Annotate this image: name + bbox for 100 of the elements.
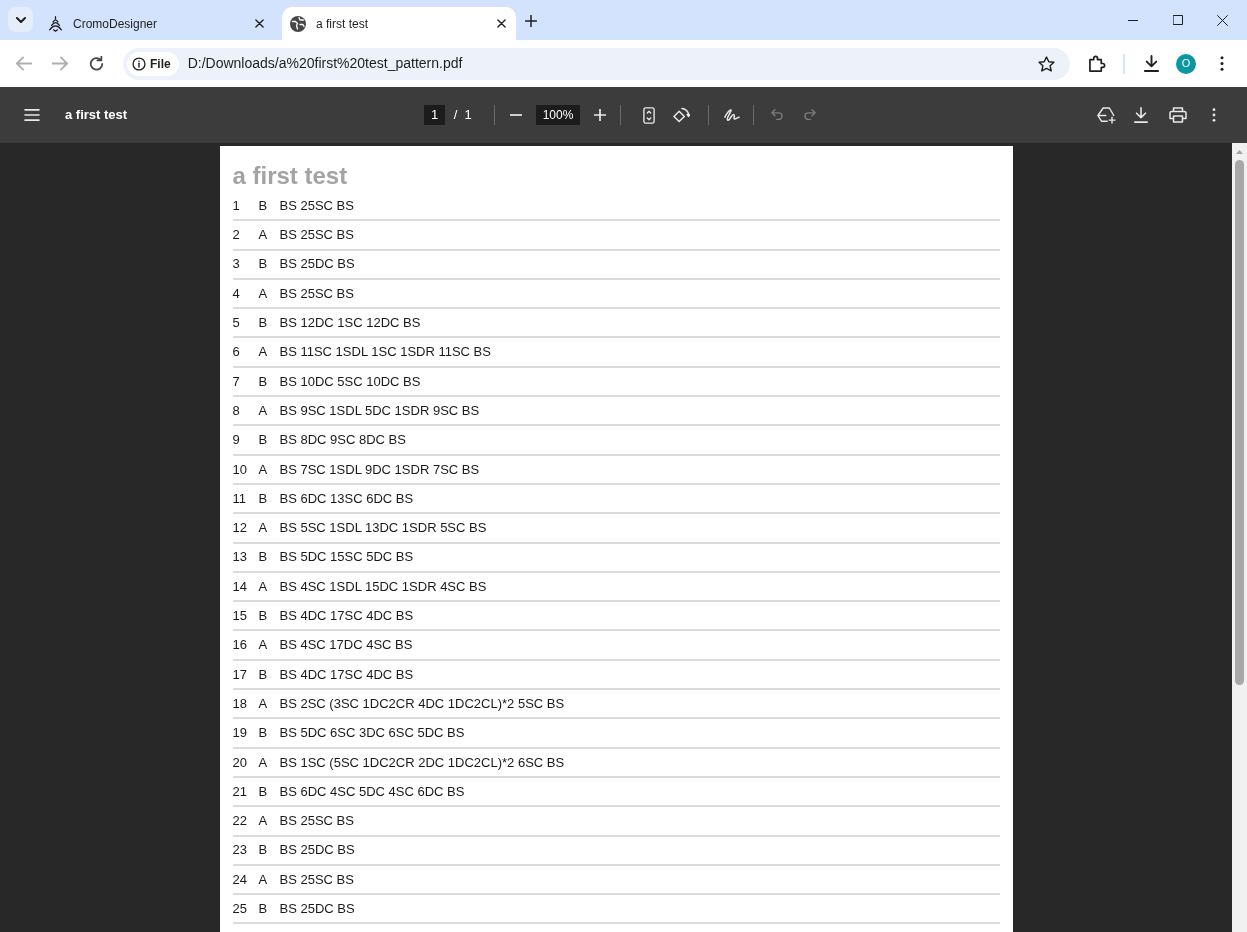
site-info-chip[interactable]: File xyxy=(127,51,179,76)
pattern-text: BS 25SC BS xyxy=(279,870,354,889)
row-number: 2 xyxy=(232,226,241,245)
pattern-text: BS 6DC 4SC 5DC 4SC 6DC BS xyxy=(279,782,465,801)
address-bar[interactable]: File D:/Downloads/a%20first%20test_pattern.pdf xyxy=(123,47,1070,80)
pattern-text: BS 6DC 13SC 6DC BS xyxy=(279,489,414,508)
kebab-menu-icon xyxy=(1212,108,1216,122)
side-label: B xyxy=(258,665,269,684)
row-number: 14 xyxy=(232,577,248,596)
row-number: 23 xyxy=(232,841,248,860)
document-title: a first test xyxy=(65,106,128,125)
side-label: B xyxy=(258,372,269,391)
plus-icon xyxy=(594,109,606,121)
pattern-text: BS 8DC 9SC 8DC BS xyxy=(279,431,406,450)
side-label: B xyxy=(258,489,269,508)
side-label: B xyxy=(258,255,269,274)
row-number: 18 xyxy=(232,694,248,713)
side-label: B xyxy=(258,900,269,918)
download-icon xyxy=(1133,107,1149,123)
row-number: 22 xyxy=(232,812,248,831)
document-heading: a first test xyxy=(232,161,348,191)
menu-icon xyxy=(24,109,40,121)
back-arrow-icon xyxy=(16,56,32,71)
row-number: 4 xyxy=(232,284,241,303)
kebab-menu-icon xyxy=(1220,56,1224,71)
side-label: A xyxy=(258,343,269,362)
side-label: A xyxy=(258,753,269,772)
forward-arrow-icon xyxy=(52,56,68,71)
side-label: A xyxy=(258,870,269,889)
pattern-text: BS 9SC 1SDL 5DC 1SDR 9SC BS xyxy=(279,401,480,420)
side-label: B xyxy=(258,724,269,743)
pattern-text: BS 25SC BS xyxy=(279,226,354,245)
undo-icon xyxy=(770,109,784,121)
side-label: A xyxy=(258,460,269,479)
star-icon xyxy=(1037,55,1055,72)
side-label: A xyxy=(258,284,269,303)
side-label: B xyxy=(258,782,269,801)
tab-title: CromoDesigner xyxy=(73,15,159,33)
side-label: A xyxy=(258,636,269,655)
side-label: B xyxy=(258,431,269,450)
url-text: D:/Downloads/a%20first%20test_pattern.pdf xyxy=(187,54,463,73)
row-number: 11 xyxy=(232,489,247,508)
row-number: 7 xyxy=(232,372,241,391)
pattern-text: BS 7SC 1SDL 9DC 1SDR 7SC BS xyxy=(279,460,480,479)
pattern-text: BS 11SC 1SDL 1SC 1SDR 11SC BS xyxy=(279,343,491,362)
row-number: 10 xyxy=(232,460,248,479)
pattern-text: BS 4SC 17DC 4SC BS xyxy=(279,636,413,655)
profile-avatar[interactable]: O xyxy=(1176,53,1196,74)
side-label: B xyxy=(258,548,269,567)
close-icon xyxy=(254,19,264,28)
tab-search-button[interactable] xyxy=(8,7,33,32)
scrollbar-thumb[interactable] xyxy=(1235,160,1244,685)
minimize-icon xyxy=(1127,19,1138,21)
side-label: A xyxy=(258,226,269,245)
row-number: 5 xyxy=(232,314,241,333)
row-number: 9 xyxy=(232,431,241,450)
reload-icon xyxy=(88,56,104,71)
page-number-field[interactable]: 1 xyxy=(424,105,445,125)
page-count: 1 xyxy=(464,106,472,125)
maximize-icon xyxy=(1172,15,1183,25)
plus-icon xyxy=(525,15,537,27)
row-number: 1 xyxy=(232,196,241,215)
side-label: A xyxy=(258,577,269,596)
pattern-text: BS 25DC BS xyxy=(279,255,355,274)
pattern-text: BS 12DC 1SC 12DC BS xyxy=(279,314,421,333)
pattern-text: BS 25DC BS xyxy=(279,841,355,860)
side-label: B xyxy=(258,841,269,860)
row-number: 24 xyxy=(232,870,248,889)
close-icon xyxy=(496,19,506,28)
fit-page-icon xyxy=(643,106,655,124)
row-number: 21 xyxy=(232,782,248,801)
pattern-text: BS 25DC BS xyxy=(279,900,355,918)
browser-tab[interactable]: CromoDesigner xyxy=(40,7,274,40)
side-label: A xyxy=(258,519,269,538)
browser-tab[interactable]: a first test xyxy=(282,7,516,40)
side-label: B xyxy=(258,314,269,333)
side-label: A xyxy=(258,694,269,713)
scroll-up-arrow-icon xyxy=(1236,149,1243,154)
row-number: 6 xyxy=(232,343,241,362)
zoom-field[interactable]: 100% xyxy=(536,105,580,125)
side-label: A xyxy=(258,401,269,420)
side-label: B xyxy=(258,607,269,626)
pattern-text: BS 4DC 17SC 4DC BS xyxy=(279,607,414,626)
pattern-text: BS 5DC 6SC 3DC 6SC 5DC BS xyxy=(279,724,465,743)
pattern-text: BS 25SC BS xyxy=(279,196,354,215)
info-icon xyxy=(132,56,146,71)
rotate-icon xyxy=(672,107,690,123)
download-icon xyxy=(1142,55,1160,72)
row-number: 16 xyxy=(232,636,248,655)
pattern-text: BS 10DC 5SC 10DC BS xyxy=(279,372,421,391)
globe-icon xyxy=(290,15,306,32)
pattern-text: BS 5DC 15SC 5DC BS xyxy=(279,548,414,567)
tree-icon xyxy=(48,15,63,32)
pattern-text: BS 25SC BS xyxy=(279,284,354,303)
printer-icon xyxy=(1169,107,1187,123)
tab-title: a first test xyxy=(316,15,369,33)
side-label: B xyxy=(258,196,269,215)
scrollbar-track[interactable] xyxy=(1232,143,1247,932)
row-number: 20 xyxy=(232,753,248,772)
close-icon xyxy=(1217,14,1228,26)
